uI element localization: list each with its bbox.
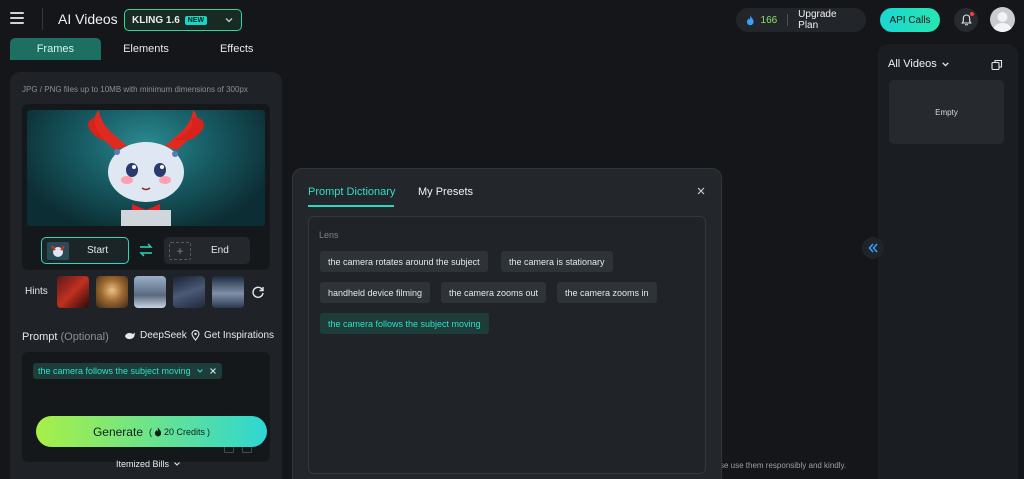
chevron-down-icon <box>941 61 949 67</box>
start-label: Start <box>87 245 109 256</box>
edit-icon[interactable] <box>242 446 252 453</box>
copy-icon[interactable] <box>991 59 1003 71</box>
close-icon[interactable] <box>209 367 217 375</box>
chevron-down-icon[interactable] <box>196 367 204 375</box>
disclaimer-text: se use them responsibly and kindly. <box>720 461 847 470</box>
start-frame-image[interactable] <box>27 110 265 226</box>
tab-effects[interactable]: Effects <box>191 38 282 60</box>
model-select[interactable]: KLING 1.6 NEW <box>124 9 242 31</box>
flame-icon <box>746 15 754 25</box>
lens-chip-selected[interactable]: the camera follows the subject moving <box>320 313 489 334</box>
page-title: AI Videos <box>58 11 118 27</box>
hint-thumbnail[interactable] <box>212 276 244 308</box>
section-label-lens: Lens <box>319 230 339 240</box>
deepseek-button[interactable]: DeepSeek <box>124 330 187 341</box>
upgrade-plan-button[interactable]: Upgrade Plan <box>798 9 856 31</box>
bell-icon <box>960 14 972 26</box>
start-frame-thumbnail <box>47 241 69 260</box>
collapse-panel-button[interactable] <box>862 237 884 259</box>
api-calls-button[interactable]: API Calls <box>880 8 940 32</box>
add-icon: + <box>169 241 191 260</box>
all-videos-label: All Videos <box>888 58 937 70</box>
refresh-icon[interactable] <box>251 285 265 299</box>
all-videos-dropdown[interactable]: All Videos <box>888 58 950 70</box>
tab-my-presets[interactable]: My Presets <box>418 186 473 198</box>
tab-elements[interactable]: Elements <box>101 38 192 60</box>
notification-button[interactable] <box>954 8 978 32</box>
start-frame-button[interactable]: Start <box>41 237 129 264</box>
credit-count: 166 <box>760 14 778 26</box>
lens-chip[interactable]: handheld device filming <box>320 282 431 303</box>
deepseek-label: DeepSeek <box>140 330 187 341</box>
close-icon[interactable] <box>696 186 706 196</box>
hint-thumbnail[interactable] <box>96 276 128 308</box>
chevron-down-icon <box>225 18 233 23</box>
user-icon <box>993 12 1012 32</box>
end-label: End <box>211 245 229 256</box>
copy-icon[interactable] <box>224 446 234 453</box>
hints-label: Hints <box>25 286 48 297</box>
get-inspirations-button[interactable]: Get Inspirations <box>191 330 274 341</box>
prompt-tools <box>224 446 252 453</box>
credits-pill[interactable]: 166 Upgrade Plan <box>736 8 866 32</box>
mode-tabs: Frames Elements Effects <box>10 38 282 60</box>
new-badge: NEW <box>184 15 208 25</box>
generate-credits-label: 20 Credits <box>164 426 206 437</box>
itemized-label: Itemized Bills <box>116 459 170 469</box>
location-pin-icon <box>191 330 200 341</box>
hint-thumbnail[interactable] <box>134 276 166 308</box>
prompt-chip[interactable]: the camera follows the subject moving <box>33 363 222 379</box>
empty-state: Empty <box>889 80 1004 144</box>
prompt-title: Prompt <box>22 331 58 343</box>
upload-hint: JPG / PNG files up to 10MB with minimum … <box>22 85 248 94</box>
end-frame-button[interactable]: + End <box>164 237 250 264</box>
lens-chip[interactable]: the camera zooms in <box>557 282 657 303</box>
hint-thumbnail[interactable] <box>57 276 89 308</box>
lens-chip[interactable]: the camera is stationary <box>501 251 613 272</box>
generate-label: Generate <box>92 424 143 439</box>
lens-chip[interactable]: the camera rotates around the subject <box>320 251 488 272</box>
pill-divider <box>787 14 789 26</box>
generate-credits: ( 20 Credits) <box>149 426 211 437</box>
generate-button[interactable]: Generate ( 20 Credits) <box>36 416 267 447</box>
lens-chip[interactable]: the camera zooms out <box>441 282 547 303</box>
model-name: KLING 1.6 <box>132 14 180 26</box>
prompt-chip-label: the camera follows the subject moving <box>38 366 191 376</box>
menu-icon[interactable] <box>10 10 26 26</box>
prompt-label: Prompt (Optional) <box>22 331 109 343</box>
flame-icon <box>154 427 162 436</box>
chevron-down-icon <box>174 462 180 466</box>
active-tab-indicator <box>308 205 394 207</box>
tab-frames[interactable]: Frames <box>10 38 101 60</box>
itemized-bills-button[interactable]: Itemized Bills <box>116 459 181 469</box>
tab-prompt-dictionary[interactable]: Prompt Dictionary <box>308 186 395 198</box>
avatar[interactable] <box>990 7 1015 32</box>
prompt-optional: (Optional) <box>60 331 109 343</box>
double-chevron-left-icon <box>868 243 878 253</box>
notification-dot <box>970 12 974 16</box>
whale-icon <box>125 332 135 339</box>
hint-thumbnail[interactable] <box>173 276 205 308</box>
header-divider <box>42 8 43 30</box>
inspirations-label: Get Inspirations <box>204 330 275 341</box>
swap-icon[interactable] <box>138 243 154 257</box>
